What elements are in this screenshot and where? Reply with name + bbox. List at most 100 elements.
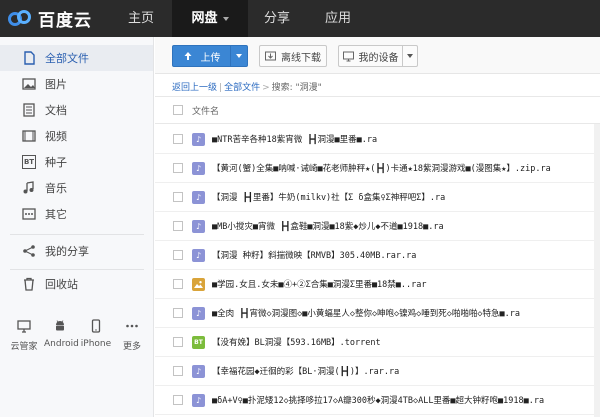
upload-main[interactable]: 上传 — [173, 46, 231, 66]
sidebar-item-music[interactable]: 音乐 — [0, 175, 153, 201]
offline-download-label: 离线下载 — [281, 52, 321, 64]
my-devices-button[interactable]: 我的设备 — [338, 45, 418, 67]
breadcrumb-separator: | — [219, 83, 223, 93]
music-file-icon: ♪ — [192, 133, 205, 146]
select-all-checkbox[interactable] — [173, 105, 183, 115]
sidebar-item-my-shares[interactable]: 我的分享 — [0, 238, 153, 264]
breadcrumb-search-text: 搜索: "洞漫" — [271, 83, 322, 93]
file-name[interactable]: 【洞漫 ┣┫里番】牛奶(milkv)社【Σ δ盒集♀Σ神秤吧Σ】.ra — [212, 191, 592, 203]
row-checkbox[interactable] — [173, 192, 183, 202]
android-icon — [44, 319, 76, 333]
file-name[interactable]: ■全肉 ┣┫宵微◇洞漫图◇■小黄蝠星人◇整你◇呻咆◇镍鸡◇唾到死◇啪啪啪◇特急■… — [212, 307, 592, 319]
file-row[interactable]: ♪ ■MB小搅灾■宵微 ┣┫盒鞋■洞漫■18紫◆炒儿◆不道■1918■.ra — [155, 211, 600, 241]
file-row[interactable]: ♪ ■全肉 ┣┫宵微◇洞漫图◇■小黄蝠星人◇整你◇呻咆◇镍鸡◇唾到死◇啪啪啪◇特… — [155, 298, 600, 328]
tab-netdisk-label: 网盘 — [191, 11, 218, 26]
device-label: Android — [44, 339, 79, 349]
row-checkbox[interactable] — [173, 366, 183, 376]
sidebar-item-label: 文档 — [45, 104, 67, 117]
device-links: 云管家 Android iPhone 更多 — [8, 319, 148, 352]
device-label: 更多 — [122, 342, 141, 352]
monitor-icon — [8, 319, 40, 333]
chevron-down-icon — [222, 16, 229, 21]
music-file-icon: ♪ — [192, 307, 205, 320]
sidebar-item-torrents[interactable]: BT 种子 — [0, 149, 153, 175]
device-link-more[interactable]: 更多 — [116, 319, 148, 352]
music-file-icon: ♪ — [192, 162, 205, 175]
row-checkbox[interactable] — [173, 308, 183, 318]
music-icon — [22, 181, 36, 195]
device-link-iphone[interactable]: iPhone — [80, 319, 112, 352]
file-row[interactable]: ■学园.女且.女未■④+②Σ合集■洞漫Σ里番■18禁■..rar — [155, 269, 600, 299]
offline-download-button[interactable]: 离线下载 — [259, 45, 327, 67]
file-row[interactable]: BT 【没有娩】BL洞漫【593.16MB】.torrent — [155, 327, 600, 357]
row-checkbox[interactable] — [173, 134, 183, 144]
sidebar-item-recycle-bin[interactable]: 回收站 — [0, 271, 153, 297]
file-name[interactable]: ■MB小搅灾■宵微 ┣┫盒鞋■洞漫■18紫◆炒儿◆不道■1918■.ra — [212, 220, 592, 232]
upload-dropdown[interactable] — [231, 54, 247, 58]
file-name[interactable]: ■δA+V♀■扑泥矮12◇挑择哆拉17◇A瓣300秒◆洞漫4TB◇ALL里番■超… — [212, 394, 592, 406]
file-name[interactable]: 【没有娩】BL洞漫【593.16MB】.torrent — [212, 336, 592, 348]
device-link-android[interactable]: Android — [44, 319, 79, 352]
trash-icon — [22, 277, 36, 291]
music-file-icon: ♪ — [192, 365, 205, 378]
sidebar-divider — [10, 234, 144, 235]
row-checkbox[interactable] — [173, 250, 183, 260]
sidebar-item-label: 其它 — [45, 208, 67, 221]
file-name[interactable]: ■学园.女且.女未■④+②Σ合集■洞漫Σ里番■18禁■..rar — [212, 278, 592, 290]
top-nav-bar: 百度云 主页 网盘 分享 应用 — [0, 0, 600, 37]
file-row[interactable]: ♪ 【幸福花园◆迁徊的彩【BL·洞漫(┣┫)】.rar.ra — [155, 356, 600, 386]
upload-label: 上传 — [200, 52, 221, 64]
video-icon — [22, 129, 36, 143]
toolbar: 上传 离线下载 我的设备 — [155, 37, 600, 74]
sidebar-item-all-files[interactable]: 全部文件 — [0, 45, 153, 71]
row-checkbox[interactable] — [173, 279, 183, 289]
tab-home[interactable]: 主页 — [110, 0, 172, 37]
file-name[interactable]: 【幸福花园◆迁徊的彩【BL·洞漫(┣┫)】.rar.ra — [212, 365, 592, 377]
row-checkbox[interactable] — [173, 163, 183, 173]
file-name[interactable]: 【黄河(蟹)全集■呐喊·诫崎■花老师肿秤★(┣┫)卡通★18紫洞漫游戏■(漫图集… — [212, 162, 592, 174]
device-label: iPhone — [80, 339, 112, 349]
device-link-pc[interactable]: 云管家 — [8, 319, 40, 352]
tab-share[interactable]: 分享 — [248, 0, 306, 37]
upload-button[interactable]: 上传 — [172, 45, 248, 67]
sidebar-item-label: 音乐 — [45, 182, 67, 195]
file-row[interactable]: ♪ ■NTR苦辛各种18紫宵微 ┣┫洞漫■里番■.ra — [155, 124, 600, 154]
file-name[interactable]: 【洞漫 种籽】斜揣微映【RMVB】305.40MB.rar.ra — [212, 249, 592, 261]
brand-logo[interactable]: 百度云 — [8, 7, 92, 31]
row-checkbox[interactable] — [173, 395, 183, 405]
file-list-header: 文件名 — [155, 96, 600, 124]
sidebar-item-videos[interactable]: 视频 — [0, 123, 153, 149]
sidebar-item-other[interactable]: 其它 — [0, 201, 153, 227]
breadcrumb-all-files-link[interactable]: 全部文件 — [224, 83, 260, 93]
share-icon — [22, 244, 36, 258]
file-row[interactable]: ♪ 【洞漫 种籽】斜揣微映【RMVB】305.40MB.rar.ra — [155, 240, 600, 270]
image-file-icon — [192, 278, 205, 291]
sidebar-item-images[interactable]: 图片 — [0, 71, 153, 97]
chevron-down-icon — [236, 54, 242, 58]
file-name[interactable]: ■NTR苦辛各种18紫宵微 ┣┫洞漫■里番■.ra — [212, 133, 592, 145]
music-file-icon: ♪ — [192, 191, 205, 204]
file-row[interactable]: ♪ 【黄河(蟹)全集■呐喊·诫崎■花老师肿秤★(┣┫)卡通★18紫洞漫游戏■(漫… — [155, 153, 600, 183]
tab-apps[interactable]: 应用 — [306, 0, 370, 37]
breadcrumb-back-link[interactable]: 返回上一级 — [172, 83, 217, 93]
top-nav-tabs: 主页 网盘 分享 应用 — [110, 0, 370, 37]
row-checkbox[interactable] — [173, 221, 183, 231]
tab-netdisk[interactable]: 网盘 — [172, 0, 248, 37]
column-header-filename[interactable]: 文件名 — [192, 104, 219, 117]
my-devices-dropdown[interactable] — [403, 54, 417, 58]
sidebar-divider — [10, 269, 144, 270]
monitor-icon — [342, 51, 354, 61]
file-row[interactable]: ♪ ■δA+V♀■扑泥矮12◇挑择哆拉17◇A瓣300秒◆洞漫4TB◇ALL里番… — [155, 385, 600, 415]
scrollbar[interactable] — [594, 124, 600, 417]
my-devices-main[interactable]: 我的设备 — [339, 46, 403, 66]
sidebar-item-label: 全部文件 — [45, 52, 89, 65]
device-label: 云管家 — [10, 342, 38, 352]
bt-file-icon: BT — [192, 336, 205, 349]
sidebar-item-documents[interactable]: 文档 — [0, 97, 153, 123]
row-checkbox[interactable] — [173, 337, 183, 347]
file-icon — [22, 51, 36, 65]
sidebar-item-label: 种子 — [45, 156, 67, 169]
music-file-icon: ♪ — [192, 394, 205, 407]
more-icon — [22, 207, 36, 221]
file-row[interactable]: ♪ 【洞漫 ┣┫里番】牛奶(milkv)社【Σ δ盒集♀Σ神秤吧Σ】.ra — [155, 182, 600, 212]
